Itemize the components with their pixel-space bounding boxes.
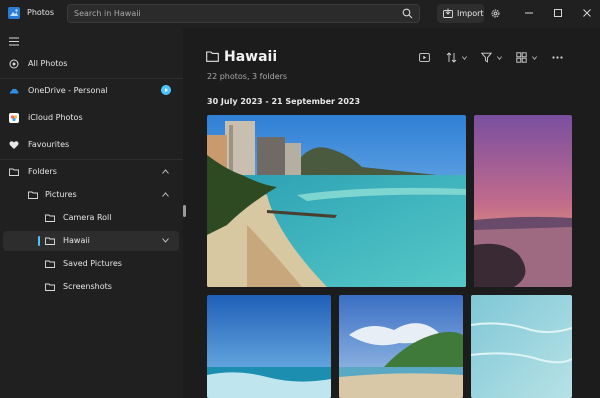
folder-icon bbox=[45, 260, 55, 268]
view-options-icon[interactable] bbox=[516, 52, 527, 63]
close-icon[interactable] bbox=[582, 8, 592, 18]
sunset-photo bbox=[474, 115, 572, 287]
search-box[interactable] bbox=[67, 4, 420, 23]
sidebar-item-all-photos[interactable]: All Photos bbox=[3, 54, 179, 74]
chevron-down-icon[interactable] bbox=[462, 56, 467, 60]
sidebar-item-label: All Photos bbox=[28, 59, 68, 68]
selection-indicator bbox=[38, 236, 40, 246]
folder-icon bbox=[45, 214, 55, 222]
photo-thumbnail[interactable] bbox=[339, 295, 463, 398]
sidebar-divider bbox=[0, 78, 183, 79]
sidebar-item-saved-pictures[interactable]: Saved Pictures bbox=[3, 254, 179, 274]
sidebar-divider bbox=[0, 159, 183, 160]
more-options-icon[interactable] bbox=[552, 52, 563, 63]
sidebar-item-label: Screenshots bbox=[63, 282, 112, 291]
beach-photo bbox=[207, 115, 466, 287]
sidebar-item-label: Camera Roll bbox=[63, 213, 112, 222]
import-label: Import bbox=[457, 9, 484, 18]
sidebar-item-pictures[interactable]: Pictures bbox=[3, 185, 179, 205]
filter-icon[interactable] bbox=[481, 52, 492, 63]
date-range-heading: 30 July 2023 - 21 September 2023 bbox=[207, 97, 361, 106]
onedrive-icon bbox=[9, 88, 19, 94]
water-photo bbox=[471, 295, 572, 398]
sidebar-item-label: Favourites bbox=[28, 140, 70, 149]
folder-icon bbox=[206, 51, 219, 62]
photos-app-icon bbox=[8, 7, 20, 19]
sidebar-item-favourites[interactable]: Favourites bbox=[3, 135, 179, 155]
sidebar-item-camera-roll[interactable]: Camera Roll bbox=[3, 208, 179, 228]
import-icon bbox=[443, 8, 453, 18]
sidebar-item-folders[interactable]: Folders bbox=[3, 162, 179, 182]
sidebar-item-onedrive[interactable]: OneDrive - Personal bbox=[3, 81, 179, 101]
chevron-down-icon[interactable] bbox=[162, 238, 169, 243]
sidebar-item-label: Folders bbox=[28, 167, 57, 176]
chevron-down-icon[interactable] bbox=[497, 56, 502, 60]
folder-icon bbox=[9, 168, 19, 176]
sidebar-item-icloud[interactable]: iCloud Photos bbox=[3, 108, 179, 128]
sidebar-item-label: Pictures bbox=[45, 190, 77, 199]
sidebar-item-hawaii[interactable]: Hawaii bbox=[3, 231, 179, 251]
sort-icon[interactable] bbox=[446, 52, 457, 63]
photo-thumbnail[interactable] bbox=[474, 115, 572, 287]
icloud-icon bbox=[9, 113, 19, 123]
sidebar: All Photos OneDrive - Personal iCloud Ph… bbox=[0, 28, 183, 398]
app-title: Photos bbox=[27, 8, 54, 17]
heart-icon bbox=[9, 141, 19, 149]
folder-icon bbox=[45, 283, 55, 291]
sidebar-item-screenshots[interactable]: Screenshots bbox=[3, 277, 179, 297]
hamburger-menu-icon[interactable] bbox=[9, 37, 19, 46]
search-icon[interactable] bbox=[402, 8, 413, 19]
folder-summary: 22 photos, 3 folders bbox=[207, 72, 288, 81]
photos-icon bbox=[9, 59, 19, 69]
chevron-up-icon[interactable] bbox=[162, 169, 169, 174]
photo-thumbnail[interactable] bbox=[207, 295, 331, 398]
maximize-icon[interactable] bbox=[553, 8, 563, 18]
minimize-icon[interactable] bbox=[524, 8, 534, 18]
coast-photo bbox=[339, 295, 463, 398]
photo-thumbnail[interactable] bbox=[471, 295, 572, 398]
chevron-down-icon[interactable] bbox=[532, 56, 537, 60]
gear-icon[interactable] bbox=[490, 8, 501, 19]
wave-photo bbox=[207, 295, 331, 398]
folder-icon bbox=[28, 191, 38, 199]
sync-status-icon bbox=[161, 85, 171, 95]
photos-app-window: Photos Import bbox=[0, 0, 600, 398]
sidebar-item-label: Saved Pictures bbox=[63, 259, 122, 268]
page-title: Hawaii bbox=[224, 49, 278, 65]
folder-icon bbox=[45, 237, 55, 245]
search-input[interactable] bbox=[74, 7, 394, 20]
photo-thumbnail[interactable] bbox=[207, 115, 466, 287]
title-bar: Photos Import bbox=[0, 0, 600, 28]
sidebar-item-label: Hawaii bbox=[63, 236, 90, 245]
sidebar-item-label: OneDrive - Personal bbox=[28, 86, 108, 95]
import-button[interactable]: Import bbox=[437, 4, 484, 23]
chevron-up-icon[interactable] bbox=[162, 192, 169, 197]
slideshow-icon[interactable] bbox=[419, 52, 430, 63]
main-content: Hawaii 22 photos, 3 folders 30 July 2023… bbox=[186, 28, 600, 398]
sidebar-item-label: iCloud Photos bbox=[28, 113, 83, 122]
